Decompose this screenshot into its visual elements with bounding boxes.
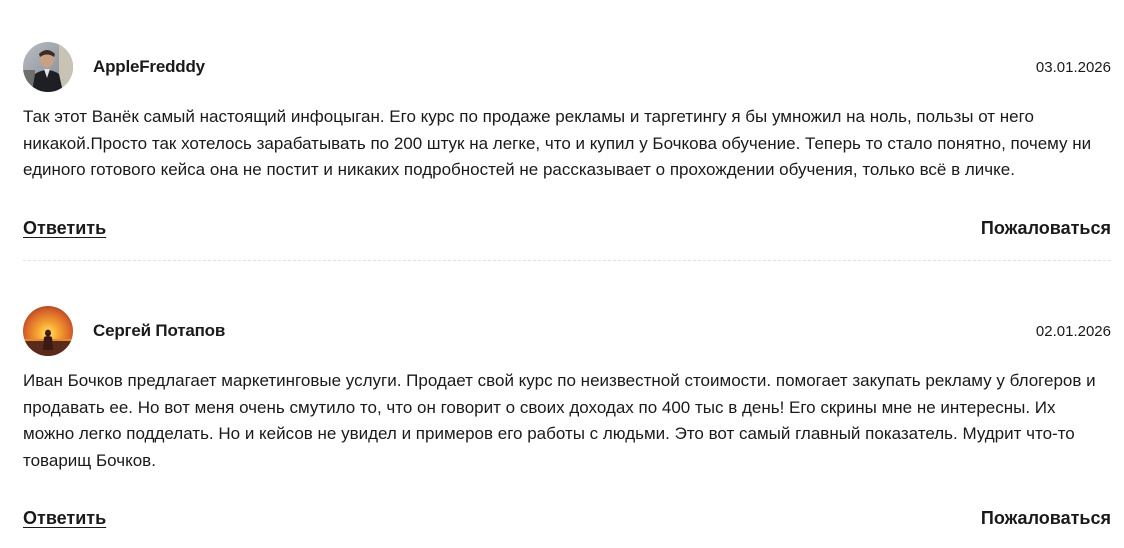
comment-date: 03.01.2026 <box>1035 59 1111 76</box>
comment-actions: Ответить Пожаловаться <box>23 218 1111 242</box>
comment-author: AppleFredddy <box>93 57 205 76</box>
comment-item: Сергей Потапов 02.01.2026 Иван Бочков пр… <box>23 306 1111 528</box>
sunset-photo-icon[interactable] <box>23 306 73 356</box>
reply-link[interactable]: Ответить <box>23 508 106 529</box>
comments-list: AppleFredddy 03.01.2026 Так этот Ванёк с… <box>0 0 1124 548</box>
comment-author: Сергей Потапов <box>93 321 226 340</box>
report-link[interactable]: Пожаловаться <box>981 218 1111 239</box>
comment-header: Сергей Потапов 02.01.2026 <box>23 306 1111 356</box>
report-link[interactable]: Пожаловаться <box>981 508 1111 529</box>
comment-text: Иван Бочков предлагает маркетинговые усл… <box>23 371 1096 470</box>
comment-actions: Ответить Пожаловаться <box>23 508 1111 532</box>
comment-header: AppleFredddy 03.01.2026 <box>23 42 1111 92</box>
comment-item: AppleFredddy 03.01.2026 Так этот Ванёк с… <box>23 42 1111 238</box>
reply-link[interactable]: Ответить <box>23 218 106 239</box>
comment-date: 02.01.2026 <box>1035 323 1111 340</box>
comment-text: Так этот Ванёк самый настоящий инфоцыган… <box>23 107 1092 179</box>
user-photo-icon[interactable] <box>23 42 73 92</box>
comment-divider <box>23 260 1111 261</box>
